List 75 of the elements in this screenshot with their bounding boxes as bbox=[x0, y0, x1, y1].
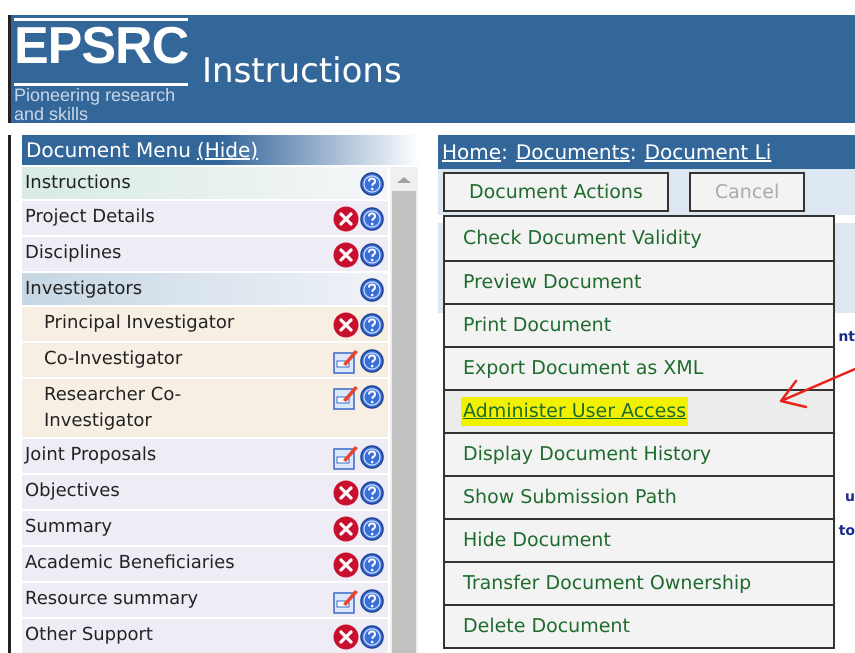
menu-row[interactable]: Project Details bbox=[22, 201, 388, 235]
help-icon[interactable] bbox=[360, 207, 384, 231]
menu-row[interactable]: Summary bbox=[22, 511, 388, 545]
actions-menu-item[interactable]: Show Submission Path bbox=[445, 475, 833, 518]
error-icon bbox=[333, 552, 359, 578]
menu-item-label: Disciplines bbox=[24, 241, 122, 265]
help-icon[interactable] bbox=[360, 243, 384, 267]
menu-item-label: Other Support bbox=[24, 623, 153, 647]
actions-menu-item[interactable]: Hide Document bbox=[445, 518, 833, 561]
menu-item-label: Project Details bbox=[24, 205, 155, 229]
tagline: Pioneering research and skills bbox=[14, 86, 176, 124]
scrollbar-thumb[interactable] bbox=[392, 191, 416, 653]
help-icon[interactable] bbox=[360, 172, 384, 196]
edit-icon[interactable] bbox=[333, 384, 359, 410]
help-icon[interactable] bbox=[360, 313, 384, 337]
menu-item-label: Joint Proposals bbox=[23, 443, 156, 467]
menu-row[interactable]: Resource summary bbox=[22, 583, 388, 617]
actions-menu-item[interactable]: Print Document bbox=[445, 303, 833, 346]
toolbar-button[interactable]: Document Actions bbox=[443, 172, 669, 212]
breadcrumb-link[interactable]: Home bbox=[442, 137, 502, 167]
help-icon[interactable] bbox=[360, 385, 384, 409]
menu-row[interactable]: Co-Investigator bbox=[22, 343, 388, 377]
menu-item-label: Instructions bbox=[24, 171, 131, 195]
menu-row[interactable]: Instructions bbox=[22, 167, 388, 199]
help-icon[interactable] bbox=[360, 589, 384, 613]
content-text: u bbox=[845, 488, 855, 507]
edit-icon[interactable] bbox=[333, 348, 359, 374]
actions-menu-item[interactable]: Administer User Access bbox=[445, 389, 833, 432]
scrollbar[interactable] bbox=[390, 167, 418, 653]
help-icon[interactable] bbox=[360, 553, 384, 577]
actions-menu-item[interactable]: Preview Document bbox=[445, 260, 833, 303]
logo: EPSRC bbox=[14, 17, 188, 75]
content-text: to bbox=[838, 522, 855, 541]
menu-item-label: Researcher Co-Investigator bbox=[43, 383, 182, 433]
menu-row[interactable]: Academic Beneficiaries bbox=[22, 547, 388, 581]
error-icon bbox=[333, 480, 359, 506]
help-icon[interactable] bbox=[360, 349, 384, 373]
content-text: nt bbox=[838, 328, 855, 347]
menu-row[interactable]: Researcher Co-Investigator bbox=[22, 379, 388, 437]
breadcrumb-separator: : bbox=[630, 139, 637, 166]
edit-icon[interactable] bbox=[333, 444, 359, 470]
menu-row[interactable]: Other Support bbox=[22, 619, 388, 653]
edit-icon[interactable] bbox=[333, 588, 359, 614]
menu-row[interactable]: Principal Investigator bbox=[22, 307, 388, 341]
actions-menu-item[interactable]: Delete Document bbox=[445, 604, 833, 647]
menu-item-label: Summary bbox=[24, 515, 112, 539]
menu-item-label: Academic Beneficiaries bbox=[24, 551, 235, 575]
actions-menu-item[interactable]: Transfer Document Ownership bbox=[445, 561, 833, 604]
menu-row[interactable]: Objectives bbox=[22, 475, 388, 509]
menu-item-label: Resource summary bbox=[24, 587, 198, 611]
actions-menu-item[interactable]: Display Document History bbox=[445, 432, 833, 475]
menu-item-label: Investigators bbox=[24, 277, 142, 301]
breadcrumb-separator: : bbox=[501, 139, 508, 166]
menu-item-label: Objectives bbox=[24, 479, 120, 503]
help-icon[interactable] bbox=[360, 625, 384, 649]
help-icon[interactable] bbox=[360, 517, 384, 541]
help-icon[interactable] bbox=[360, 445, 384, 469]
menu-item-label: Principal Investigator bbox=[43, 311, 236, 335]
menu-row[interactable]: Joint Proposals bbox=[22, 439, 388, 473]
page-title: Instructions bbox=[202, 50, 402, 93]
menu-row[interactable]: Investigators bbox=[22, 273, 388, 305]
menu-row[interactable]: Disciplines bbox=[22, 237, 388, 271]
error-icon bbox=[333, 516, 359, 542]
menu-item-label: Co-Investigator bbox=[43, 347, 184, 371]
help-icon[interactable] bbox=[360, 481, 384, 505]
breadcrumb-link[interactable]: Documents bbox=[516, 137, 630, 167]
actions-menu-item[interactable]: Check Document Validity bbox=[445, 217, 833, 260]
breadcrumb-link[interactable]: Document Li bbox=[644, 137, 772, 167]
error-icon bbox=[333, 312, 359, 338]
error-icon bbox=[333, 242, 359, 268]
error-icon bbox=[333, 206, 359, 232]
help-icon[interactable] bbox=[360, 278, 384, 302]
sidebar-title: Document Menu bbox=[26, 137, 191, 164]
hide-link[interactable]: (Hide) bbox=[196, 135, 258, 165]
error-icon bbox=[333, 624, 359, 650]
